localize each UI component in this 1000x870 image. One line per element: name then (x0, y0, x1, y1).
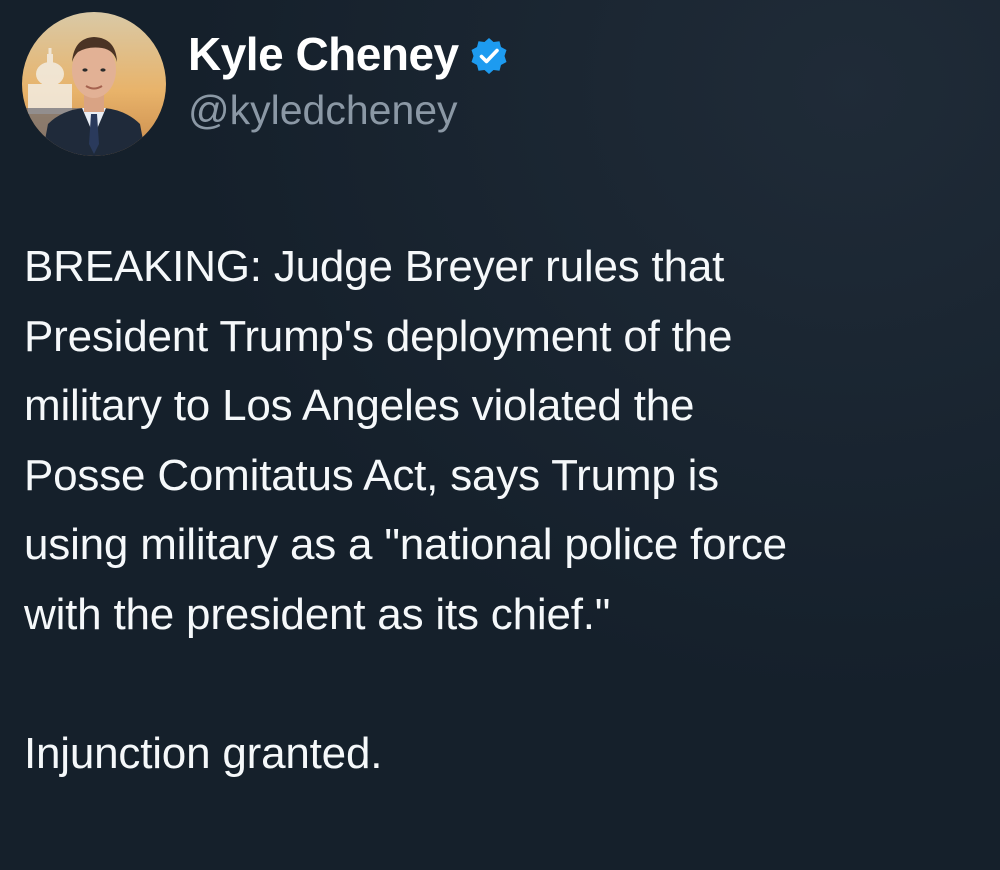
tweet-text-line: using military as a "national police for… (24, 520, 787, 569)
tweet-text-line: BREAKING: Judge Breyer rules that (24, 242, 725, 291)
profile-photo-icon (22, 12, 166, 156)
tweet-header: Kyle Cheney @kyledcheney (22, 12, 509, 156)
tweet-text-line: Posse Comitatus Act, says Trump is (24, 450, 719, 500)
tweet-text-line: President Trump's deployment of the (24, 311, 733, 361)
avatar[interactable] (22, 12, 166, 156)
tweet-card: Kyle Cheney @kyledcheney BREAKING: Judge… (0, 0, 1000, 870)
tweet-text: BREAKING: Judge Breyer rules that Preside… (24, 232, 984, 788)
tweet-text-line: with the president as its chief." (24, 589, 611, 639)
tweet-text-spacer (24, 649, 984, 719)
author-names: Kyle Cheney @kyledcheney (188, 26, 509, 136)
verified-badge-icon (469, 36, 509, 76)
author-handle[interactable]: @kyledcheney (188, 84, 509, 136)
tweet-text-line: military to Los Angeles violated the (24, 381, 695, 430)
tweet-text-line: Injunction granted. (24, 728, 383, 778)
display-name[interactable]: Kyle Cheney (188, 26, 459, 82)
display-name-row: Kyle Cheney (188, 26, 509, 82)
